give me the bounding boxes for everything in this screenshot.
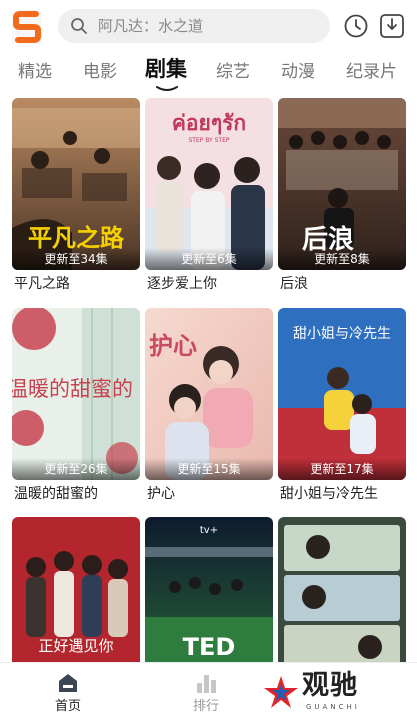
poster-image[interactable]: 平凡之路 更新至34集 [12,98,140,270]
history-icon[interactable] [343,13,369,39]
poster-subtitle-art: STEP BY STEP [188,137,229,144]
poster-image[interactable]: 后浪 更新至8集 [278,98,406,270]
poster-image[interactable] [278,517,406,662]
app-logo[interactable] [12,10,42,44]
nav-ranking[interactable]: 排行 [166,663,246,720]
nav-home[interactable]: 首页 [28,663,108,720]
tab-series[interactable]: 剧集 [145,57,187,81]
episode-badge: 更新至17集 [278,458,406,480]
show-card[interactable]: 温暖的甜蜜的 更新至26集 温暖的甜蜜的 [12,308,140,508]
download-icon[interactable] [379,12,405,40]
episode-badge: 更新至6集 [145,248,273,270]
episode-badge: 更新至8集 [278,248,406,270]
show-title: 平凡之路 [14,276,70,292]
tab-documentary[interactable]: 纪录片 [346,60,397,84]
show-card[interactable]: ค่อยๆรัก STEP BY STEP 更新至6集 逐步爱上你 [145,98,273,298]
brand-watermark: 观驰 GUANCHI [262,670,382,714]
nav-ranking-label: 排行 [192,699,219,714]
show-title: 护心 [147,486,175,502]
search-icon [71,18,87,34]
show-title: 后浪 [280,276,308,292]
poster-title-art: TED [183,633,236,661]
poster-title-art: ค่อยๆรัก [172,111,246,135]
poster-subtitle-art: tv+ [200,525,218,536]
brand-name: 观驰 [302,670,358,701]
show-title: 甜小姐与冷先生 [280,486,378,502]
tab-variety[interactable]: 综艺 [216,60,250,84]
show-card[interactable]: 平凡之路 更新至34集 平凡之路 [12,98,140,298]
poster-title-art: 正好遇见你 [38,637,113,655]
brand-subtitle: GUANCHI [306,703,360,711]
show-title: 温暖的甜蜜的 [14,486,98,502]
category-tabs: 精选 电影 剧集 综艺 动漫 纪录片 [0,54,417,94]
show-card[interactable]: tv+ TED [145,517,273,662]
poster-title-art: 甜小姐与冷先生 [293,326,391,342]
show-card[interactable] [278,517,406,662]
poster-title-art: 护心 [149,332,197,360]
active-tab-indicator [156,86,178,91]
brand-star-icon [264,676,298,708]
poster-image[interactable]: 正好遇见你 [12,517,140,662]
show-card[interactable]: 后浪 更新至8集 后浪 [278,98,406,298]
show-title: 逐步爱上你 [147,276,217,292]
search-placeholder: 阿凡达：水之道 [98,17,204,35]
ranking-icon [197,675,216,693]
tab-movies[interactable]: 电影 [83,60,117,84]
nav-home-label: 首页 [54,699,81,714]
search-box[interactable]: 阿凡达：水之道 [58,9,330,43]
poster-image[interactable]: 温暖的甜蜜的 更新至26集 [12,308,140,480]
show-card[interactable]: 正好遇见你 [12,517,140,662]
episode-badge: 更新至34集 [12,248,140,270]
top-bar: 阿凡达：水之道 [0,0,417,54]
poster-title-art: 温暖的甜蜜的 [12,377,133,401]
show-card[interactable]: 甜小姐与冷先生 更新至17集 甜小姐与冷先生 [278,308,406,508]
show-card[interactable]: 护心 更新至15集 护心 [145,308,273,508]
poster-image[interactable]: ค่อยๆรัก STEP BY STEP 更新至6集 [145,98,273,270]
poster-image[interactable]: 甜小姐与冷先生 更新至17集 [278,308,406,480]
poster-image[interactable]: tv+ TED [145,517,273,662]
tab-featured[interactable]: 精选 [18,60,52,84]
episode-badge: 更新至15集 [145,458,273,480]
home-icon [59,674,77,692]
episode-badge: 更新至26集 [12,458,140,480]
tab-anime[interactable]: 动漫 [281,60,315,84]
poster-image[interactable]: 护心 更新至15集 [145,308,273,480]
